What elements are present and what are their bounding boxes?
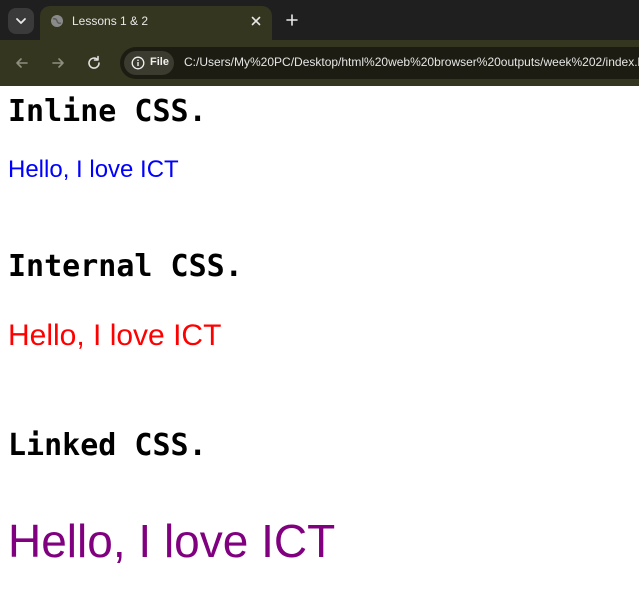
tab-strip: Lessons 1 & 2 [0,0,639,40]
arrow-right-icon [52,58,64,68]
url-text[interactable]: C:/Users/My%20PC/Desktop/html%20web%20br… [184,55,639,69]
site-info-chip[interactable]: File [124,51,174,75]
tab-active[interactable]: Lessons 1 & 2 [40,6,272,40]
scheme-label: File [150,56,169,68]
globe-icon [51,15,63,27]
reload-icon [88,55,100,69]
forward-button[interactable] [47,52,69,74]
address-bar[interactable]: File C:/Users/My%20PC/Desktop/html%20web… [120,47,639,79]
paragraph-inline-css: Hello, I love ICT [8,156,179,183]
browser-window: Lessons 1 & 2 File C:/Users/My%20PC/Desk… [0,0,639,609]
tab-title: Lessons 1 & 2 [72,14,149,28]
tab-close-button[interactable] [248,13,264,29]
new-tab-button[interactable] [282,10,302,30]
reload-button[interactable] [83,52,105,74]
chevron-down-icon [16,18,26,24]
paragraph-internal-css: Hello, I love ICT [8,319,222,352]
back-button[interactable] [11,52,33,74]
heading-internal-css: Internal CSS. [8,249,243,284]
tab-search-button[interactable] [8,8,34,34]
page-content: Inline CSS. Hello, I love ICT Internal C… [0,86,639,609]
toolbar: File C:/Users/My%20PC/Desktop/html%20web… [0,40,639,86]
close-icon [251,16,261,26]
paragraph-linked-css: Hello, I love ICT [8,515,336,567]
plus-icon [286,14,298,26]
heading-inline-css: Inline CSS. [8,94,207,129]
arrow-left-icon [16,58,28,68]
heading-linked-css: Linked CSS. [8,428,207,463]
info-icon [131,56,145,70]
